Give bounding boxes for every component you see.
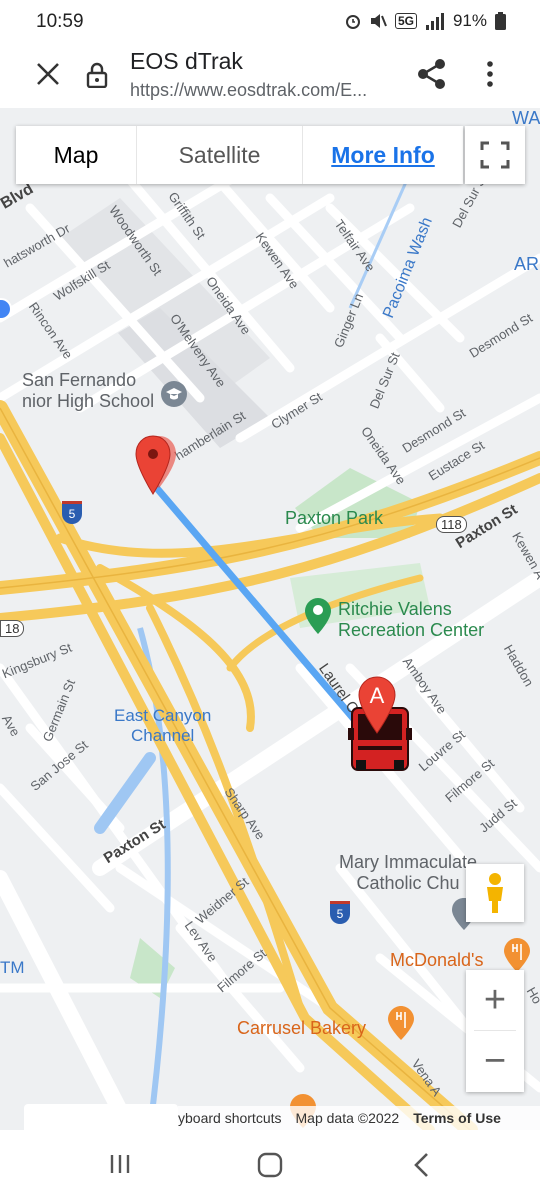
pegman-icon	[487, 873, 503, 913]
destination-marker-letter: A	[369, 683, 385, 708]
label-ritchie-valens: Ritchie Valens Recreation Center	[338, 599, 485, 640]
label-school: San Fernando nior High School	[22, 370, 155, 411]
label-mcdonalds: McDonald's	[390, 950, 484, 970]
label-east-canyon: East Canyon Channel	[114, 706, 212, 745]
network-type: 5G	[394, 13, 417, 29]
fullscreen-icon	[480, 141, 510, 169]
blue-dot-icon	[0, 298, 12, 320]
share-icon[interactable]	[416, 58, 448, 90]
page-title: EOS dTrak	[130, 48, 243, 74]
home-icon[interactable]	[257, 1152, 283, 1178]
map-view[interactable]: Blvd hatsworth Dr Woodworth St Griffith …	[0, 108, 540, 1130]
label-wa: WA	[512, 108, 540, 128]
street-view-button[interactable]	[466, 864, 524, 922]
origin-marker-icon[interactable]	[133, 434, 179, 498]
more-info-link[interactable]: More Info	[303, 126, 463, 184]
label-paxton-park: Paxton Park	[285, 508, 384, 528]
recent-apps-icon[interactable]	[108, 1152, 132, 1176]
label-carrusel-bakery: Carrusel Bakery	[237, 1018, 367, 1038]
page-url[interactable]: https://www.eosdtrak.com/E...	[130, 80, 400, 101]
restaurant-pin-mcdonalds	[504, 938, 530, 972]
label-mary-immaculate: Mary Immaculate Catholic Chu	[339, 852, 478, 893]
map-data-text: Map data ©2022	[295, 1110, 400, 1126]
system-nav-bar	[0, 1130, 540, 1200]
close-icon[interactable]	[34, 60, 62, 88]
lock-icon[interactable]	[86, 62, 108, 88]
fullscreen-button[interactable]	[465, 126, 525, 184]
interstate-5-shield: 5	[62, 501, 82, 524]
terms-of-use-link[interactable]: Terms of Use	[413, 1110, 501, 1126]
mute-icon	[370, 14, 387, 28]
tab-map[interactable]: Map	[16, 126, 137, 184]
status-time: 10:59	[36, 11, 84, 32]
school-icon	[161, 381, 187, 407]
more-vert-icon[interactable]	[480, 58, 500, 90]
tab-satellite[interactable]: Satellite	[137, 126, 303, 184]
google-logo-area	[24, 1104, 178, 1130]
map-attribution: yboard shortcuts Map data ©2022 Terms of…	[178, 1106, 540, 1130]
status-icons: 5G 91%	[345, 11, 506, 31]
route-118-shield-left: 18	[0, 620, 25, 637]
alarm-icon	[345, 15, 360, 29]
keyboard-shortcuts-link[interactable]: yboard shortcuts	[178, 1110, 282, 1126]
signal-icon	[425, 13, 444, 30]
battery-icon	[495, 12, 506, 30]
interstate-5-shield-lower: 5	[330, 901, 350, 924]
status-bar: 10:59 5G 91%	[0, 0, 540, 44]
park-pin-icon	[305, 598, 331, 634]
label-tm: TM	[0, 958, 25, 977]
zoom-out-button[interactable]: −	[466, 1031, 524, 1091]
zoom-controls: + −	[466, 970, 524, 1092]
map-type-tabs: Map Satellite More Info	[16, 126, 463, 184]
battery-percent: 91%	[452, 11, 487, 30]
custom-tab-toolbar: EOS dTrak https://www.eosdtrak.com/E...	[0, 44, 540, 108]
back-icon[interactable]	[412, 1152, 432, 1178]
label-ar: AR	[514, 254, 540, 274]
zoom-in-button[interactable]: +	[466, 970, 524, 1030]
restaurant-pin-carrusel	[388, 1006, 414, 1040]
